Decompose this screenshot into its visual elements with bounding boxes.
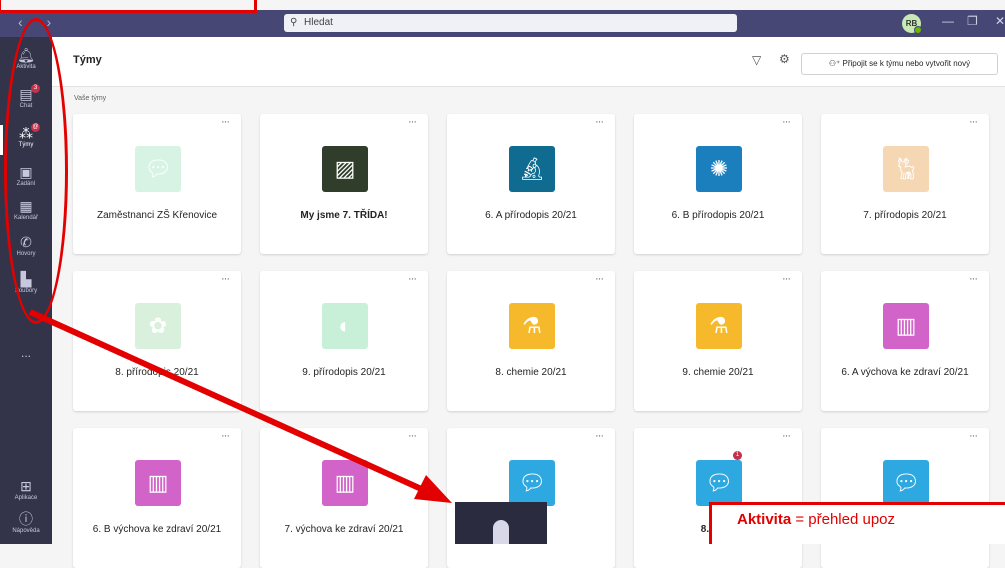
person-icon — [493, 520, 509, 544]
callout-bold: Aktivita — [737, 511, 792, 528]
notification-badge: 1 — [733, 451, 742, 460]
tooltip-preview — [455, 502, 547, 544]
annotation-callout: Aktivita = přehled upoz — [709, 502, 1005, 544]
annotation-arrow — [28, 309, 452, 503]
callout-text: = přehled upoz — [791, 511, 896, 528]
